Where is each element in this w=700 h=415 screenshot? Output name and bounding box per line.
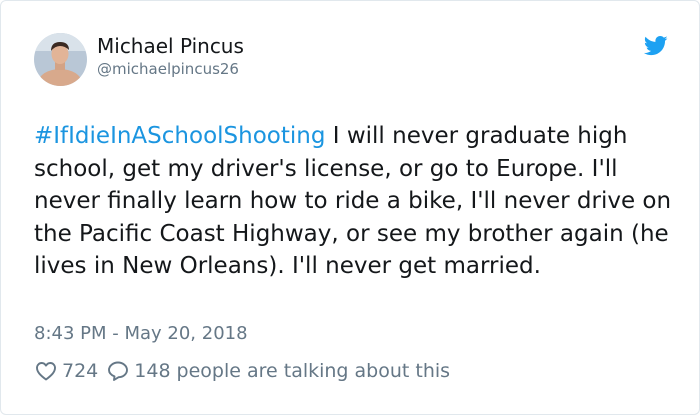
avatar-image — [34, 33, 87, 86]
hashtag-link[interactable]: #IfIdieInASchoolShooting — [34, 123, 325, 149]
tweet-timestamp[interactable]: 8:43 PM - May 20, 2018 — [34, 323, 248, 344]
speech-bubble-icon[interactable] — [106, 359, 130, 383]
author-name[interactable]: Michael Pincus — [97, 34, 244, 58]
twitter-bird-icon[interactable] — [643, 36, 668, 56]
heart-icon[interactable] — [34, 359, 58, 383]
like-count: 724 — [62, 360, 99, 382]
tweet-card: Michael Pincus @michaelpincus26 #IfIdieI… — [0, 0, 700, 415]
tweet-text: #IfIdieInASchoolShooting I will never gr… — [34, 120, 674, 283]
avatar[interactable] — [34, 33, 87, 86]
reply-count: 148 — [134, 360, 171, 382]
engagement-bar: 724 148 people are talking about this — [34, 359, 450, 383]
talking-about-label[interactable]: people are talking about this — [177, 360, 451, 382]
author-handle[interactable]: @michaelpincus26 — [97, 60, 239, 78]
